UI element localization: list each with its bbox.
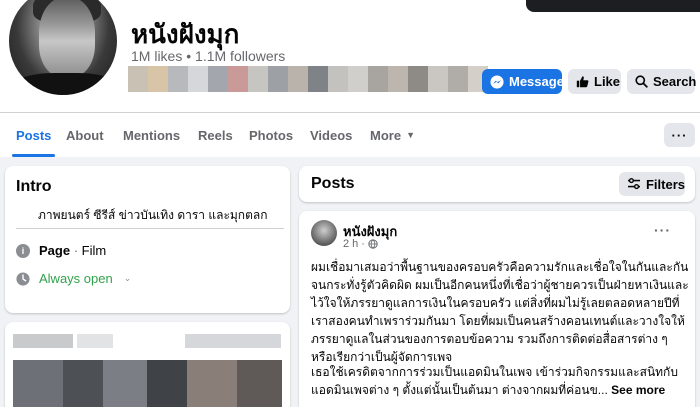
intro-card: Intro ภาพยนตร์ ซีรีส์ ข่าวบันเทิง ดารา แ…	[5, 166, 290, 313]
post-body-continued: เธอใช้เครดิตจากการร่วมเป็นแอดมินในเพจ เข…	[311, 363, 691, 399]
hours-label: Always open	[39, 271, 113, 286]
category-separator: ·	[70, 243, 82, 258]
post-author-avatar[interactable]	[311, 220, 337, 246]
see-more-link[interactable]: See more	[611, 383, 665, 397]
messenger-icon	[490, 74, 504, 89]
blurred-photo	[187, 360, 237, 407]
chevron-down-icon: ⌄	[123, 273, 132, 283]
meta-separator: ·	[361, 238, 365, 250]
blurred-header-block	[77, 334, 113, 348]
follower-avatar	[268, 66, 288, 92]
tab-label: Photos	[249, 127, 294, 143]
category-label: Page	[39, 243, 71, 258]
tab-label: More	[370, 127, 402, 143]
info-icon: i	[16, 243, 30, 258]
post-card: หนังฝังมุก 2 h · ··· ผมเชื่อมาเสมอว่าพื้…	[299, 211, 695, 407]
blurred-photo	[103, 360, 147, 407]
tab-photos[interactable]: Photos	[249, 113, 293, 157]
tab-label: About	[66, 127, 104, 143]
tab-videos[interactable]: Videos	[310, 113, 352, 157]
follower-avatar	[408, 66, 428, 92]
globe-icon	[368, 239, 378, 249]
follower-avatar	[168, 66, 188, 92]
followers-count[interactable]: 1.1M followers	[195, 48, 285, 64]
intro-hours[interactable]: Always open ⌄	[16, 271, 131, 286]
follower-avatars[interactable]	[128, 66, 488, 92]
more-options-button[interactable]: ···	[664, 123, 695, 147]
tab-more[interactable]: More ▼	[370, 113, 415, 157]
post-time[interactable]: 2 h	[343, 238, 358, 250]
top-overlay-bar	[526, 0, 700, 12]
tab-posts[interactable]: Posts	[11, 113, 56, 157]
follower-avatar	[368, 66, 388, 92]
search-button[interactable]: Search	[627, 69, 697, 94]
blurred-header-block	[185, 334, 281, 348]
sliders-icon	[627, 178, 640, 190]
more-dots-icon: ···	[671, 127, 688, 143]
tab-label: Reels	[198, 127, 233, 143]
posts-title: Posts	[311, 175, 355, 192]
avatar-shoulders	[9, 73, 117, 95]
page-header: หนังฝังมุก 1M likes • 1.1M followers Mes…	[0, 0, 700, 112]
follower-avatar	[328, 66, 348, 92]
follower-avatar	[148, 66, 168, 92]
like-label: Like	[594, 74, 621, 89]
tab-label: Posts	[16, 127, 52, 143]
avatar-face	[39, 0, 95, 77]
profile-avatar[interactable]	[6, 0, 120, 98]
intro-bio: ภาพยนตร์ ซีรีส์ ข่าวบันเทิง ดารา และมุกต…	[38, 208, 268, 222]
posts-header-card: Posts Filters	[299, 166, 695, 202]
thumbs-up-icon	[576, 76, 589, 88]
tab-label: Videos	[310, 127, 353, 143]
search-label: Search	[653, 74, 697, 89]
tab-about[interactable]: About	[66, 113, 104, 157]
follower-avatar	[288, 66, 308, 92]
stats-separator: •	[186, 48, 192, 64]
photos-preview-card[interactable]	[5, 322, 290, 407]
filters-label: Filters	[645, 176, 685, 192]
follower-avatar	[388, 66, 408, 92]
follower-avatar	[308, 66, 328, 92]
likes-count[interactable]: 1M likes	[131, 48, 182, 64]
intro-divider	[16, 228, 284, 229]
filters-button[interactable]: Filters	[619, 172, 685, 196]
tab-label: Mentions	[123, 127, 181, 143]
blurred-photo	[63, 360, 103, 407]
message-label: Message	[509, 74, 564, 89]
follower-avatar	[348, 66, 368, 92]
more-dots-icon[interactable]: ···	[654, 222, 671, 238]
chevron-down-icon: ▼	[406, 130, 415, 140]
page-tabs: Posts About Mentions Reels Photos Videos…	[0, 113, 700, 157]
blurred-photo	[237, 360, 282, 407]
follower-avatar	[188, 66, 208, 92]
intro-title: Intro	[16, 178, 52, 195]
tab-mentions[interactable]: Mentions	[123, 113, 180, 157]
post-meta: 2 h ·	[343, 238, 378, 250]
page-stats: 1M likes • 1.1M followers	[131, 48, 285, 64]
blurred-header-block	[13, 334, 73, 348]
category-value: Film	[81, 243, 107, 258]
search-icon	[635, 75, 648, 88]
tab-reels[interactable]: Reels	[198, 113, 233, 157]
blurred-photo	[13, 360, 63, 407]
follower-avatar	[208, 66, 228, 92]
follower-avatar	[448, 66, 468, 92]
follower-avatar	[128, 66, 148, 92]
clock-icon	[16, 271, 30, 286]
follower-avatar	[228, 66, 248, 92]
message-button[interactable]: Message	[482, 69, 564, 94]
follower-avatar	[428, 66, 448, 92]
intro-category: i Page · Film	[16, 243, 106, 258]
like-button[interactable]: Like	[568, 69, 621, 94]
blurred-photo	[147, 360, 187, 407]
follower-avatar	[248, 66, 268, 92]
post-body: ผมเชื่อมาเสมอว่าพื้นฐานของครอบครัวคือควา…	[311, 260, 689, 364]
